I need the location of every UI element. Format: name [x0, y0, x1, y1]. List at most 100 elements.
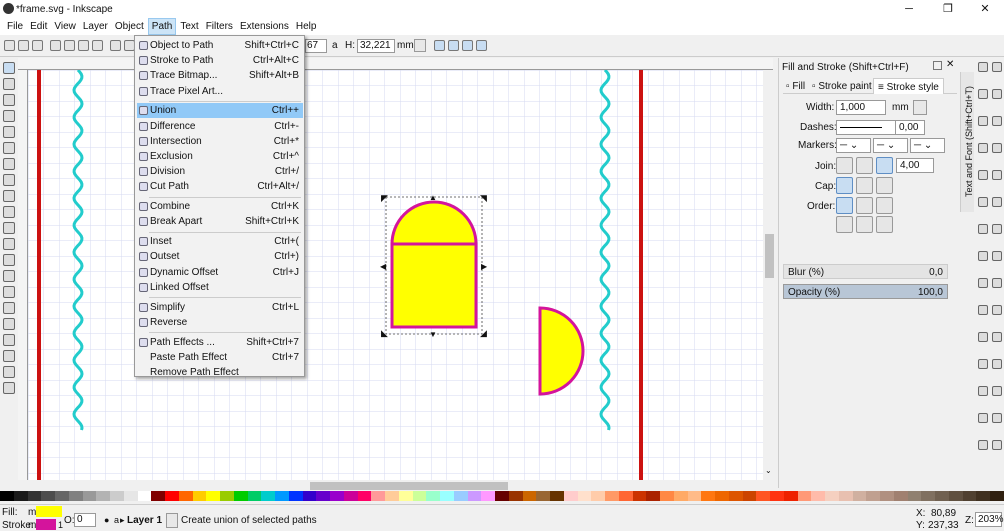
minimize-button[interactable]: ─ [894, 0, 924, 18]
order-fill-stroke-markers-icon[interactable] [836, 197, 853, 214]
snap-nodes-icon[interactable] [978, 413, 988, 423]
spray-tool-icon[interactable] [3, 286, 15, 298]
palette-swatch[interactable] [797, 491, 812, 501]
node-tool-icon[interactable] [3, 78, 15, 90]
zoom-drawing-icon[interactable] [978, 224, 988, 234]
palette-swatch[interactable] [646, 491, 660, 501]
tweak-tool-icon[interactable] [3, 94, 15, 106]
export-icon[interactable] [992, 116, 1002, 126]
menu-item-cut-path[interactable]: Cut Path Ctrl+Alt+/ [137, 179, 303, 194]
group-icon[interactable] [992, 278, 1002, 288]
palette-swatch[interactable] [880, 491, 894, 501]
layer-select[interactable]: Layer 1 [127, 515, 162, 526]
selector-tool-icon[interactable] [3, 62, 15, 74]
open-icon[interactable] [992, 62, 1002, 72]
print-icon[interactable] [992, 89, 1002, 99]
palette-swatch[interactable] [165, 491, 179, 501]
tab-fill[interactable]: ▫ Fill [786, 81, 805, 92]
palette-swatch[interactable] [206, 491, 220, 501]
color-palette[interactable] [0, 491, 1004, 503]
order-markers-fill-stroke-icon[interactable] [836, 216, 853, 233]
palette-swatch[interactable] [233, 491, 248, 501]
menu-help[interactable]: Help [293, 19, 320, 34]
blur-slider[interactable]: Blur (%) 0,0 [783, 264, 948, 279]
menu-item-division[interactable]: Division Ctrl+/ [137, 164, 303, 179]
menu-file[interactable]: File [4, 19, 26, 34]
palette-swatch[interactable] [563, 491, 578, 501]
undo-icon[interactable] [978, 143, 988, 153]
palette-swatch[interactable] [220, 491, 234, 501]
menu-item-simplify[interactable]: Simplify Ctrl+L [137, 300, 303, 315]
palette-swatch[interactable] [27, 491, 42, 501]
width-field[interactable]: 67 [305, 39, 327, 53]
copy-icon[interactable] [978, 170, 988, 180]
palette-swatch[interactable] [96, 491, 110, 501]
spiral-tool-icon[interactable] [3, 206, 15, 218]
lock-ratio-icon[interactable]: a [332, 40, 338, 51]
zoom-selection-icon[interactable] [992, 197, 1002, 207]
palette-swatch[interactable] [935, 491, 949, 501]
palette-swatch[interactable] [481, 491, 495, 501]
unlink-clone-icon[interactable] [978, 278, 988, 288]
scale-corners-icon[interactable] [448, 40, 459, 51]
palette-swatch[interactable] [426, 491, 440, 501]
save-icon[interactable] [978, 89, 988, 99]
palette-swatch[interactable] [440, 491, 454, 501]
redo-icon[interactable] [992, 143, 1002, 153]
unit-select[interactable]: mm [397, 40, 414, 51]
end-marker-select[interactable]: ─ ⌄ [910, 138, 945, 153]
pen-tool-icon[interactable] [3, 238, 15, 250]
tab-stroke-style[interactable]: ≡ Stroke style [873, 78, 944, 94]
zoom-field[interactable]: 203% [975, 512, 1004, 527]
palette-swatch[interactable] [715, 491, 729, 501]
round-cap-icon[interactable] [856, 177, 873, 194]
palette-swatch[interactable] [178, 491, 193, 501]
eraser-tool-icon[interactable] [3, 302, 15, 314]
measure-tool-icon[interactable] [3, 126, 15, 138]
palette-swatch[interactable] [508, 491, 523, 501]
connector-tool-icon[interactable] [3, 382, 15, 394]
text-font-icon[interactable] [978, 332, 988, 342]
palette-swatch[interactable] [110, 491, 124, 501]
palette-swatch[interactable] [123, 491, 138, 501]
menu-item-break-apart[interactable]: Break Apart Shift+Ctrl+K [137, 214, 303, 229]
palette-swatch[interactable] [412, 491, 427, 501]
menu-item-stroke-to-path[interactable]: Stroke to Path Ctrl+Alt+C [137, 53, 303, 68]
dock-close-icon[interactable]: ✕ [946, 59, 954, 70]
menu-item-dynamic-offset[interactable]: Dynamic Offset Ctrl+J [137, 265, 303, 280]
round-join-icon[interactable] [856, 157, 873, 174]
clone-icon[interactable] [992, 251, 1002, 261]
palette-swatch[interactable] [82, 491, 97, 501]
opacity-slider[interactable]: Opacity (%) 100,0 [783, 284, 948, 299]
stroke-width-field[interactable]: 1,000 [836, 100, 886, 115]
right-red-line[interactable] [639, 70, 643, 480]
butt-cap-icon[interactable] [836, 177, 853, 194]
preferences-icon[interactable] [992, 359, 1002, 369]
palette-swatch[interactable] [605, 491, 619, 501]
order-stroke-markers-fill-icon[interactable] [856, 216, 873, 233]
palette-swatch[interactable] [893, 491, 908, 501]
menu-object[interactable]: Object [112, 19, 147, 34]
palette-swatch[interactable] [13, 491, 28, 501]
raise-to-top-icon[interactable] [110, 40, 121, 51]
palette-swatch[interactable] [866, 491, 880, 501]
snap-grid-icon[interactable] [978, 440, 988, 450]
dash-offset-field[interactable]: 0,00 [895, 120, 925, 135]
paste-icon[interactable] [978, 197, 988, 207]
miter-join-icon[interactable] [836, 157, 853, 174]
opacity-status-field[interactable]: 0 [74, 513, 96, 527]
palette-swatch[interactable] [742, 491, 757, 501]
palette-swatch[interactable] [701, 491, 715, 501]
align-icon[interactable] [978, 359, 988, 369]
palette-swatch[interactable] [783, 491, 798, 501]
menu-edit[interactable]: Edit [27, 19, 50, 34]
duplicate-icon[interactable] [978, 251, 988, 261]
start-marker-select[interactable]: ─ ⌄ [836, 138, 871, 153]
palette-swatch[interactable] [68, 491, 83, 501]
palette-swatch[interactable] [261, 491, 275, 501]
zoom-tool-icon[interactable] [3, 110, 15, 122]
palette-swatch[interactable] [811, 491, 825, 501]
menu-item-linked-offset[interactable]: Linked Offset [137, 280, 303, 295]
window-rectangle[interactable] [390, 242, 478, 329]
palette-swatch[interactable] [687, 491, 702, 501]
